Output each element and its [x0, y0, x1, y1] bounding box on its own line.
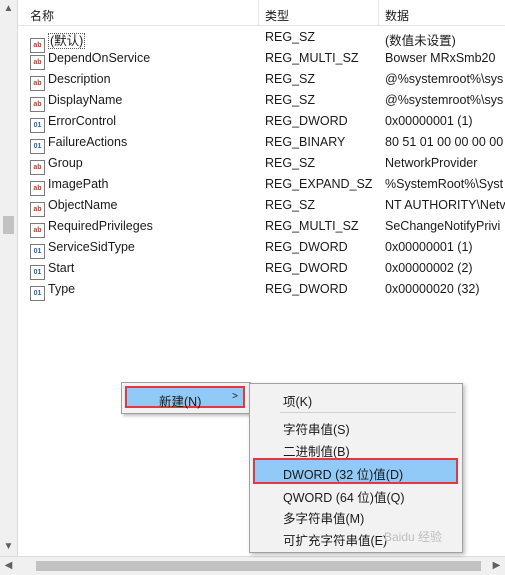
value-type: REG_SZ: [265, 30, 316, 44]
menu-item-binary-value[interactable]: 二进制值(B): [253, 438, 458, 459]
value-name: ab Description: [30, 72, 262, 91]
ab-string-icon: ab: [30, 76, 45, 91]
value-data: 80 51 01 00 00 00 00: [385, 135, 504, 149]
menu-item-label: QWORD (64 位)值(Q): [283, 491, 405, 505]
ab-string-icon: ab: [30, 160, 45, 175]
column-type[interactable]: 类型: [265, 7, 289, 24]
registry-value-row[interactable]: 01 ServiceSidType REG_DWORD 0x00000001 (1): [18, 237, 505, 259]
value-name: ab Group: [30, 156, 262, 175]
value-data: (数值未设置): [385, 34, 456, 48]
context-menu: 新建(N) >: [121, 382, 251, 414]
registry-value-row[interactable]: ab DisplayName REG_SZ @%systemroot%\sys: [18, 90, 505, 112]
value-type: REG_MULTI_SZ: [265, 51, 359, 65]
value-data: Bowser MRxSmb20: [385, 51, 496, 65]
registry-value-row[interactable]: ab ObjectName REG_SZ NT AUTHORITY\Netv: [18, 195, 505, 217]
scrollbar-thumb[interactable]: [36, 561, 481, 571]
registry-value-row[interactable]: 01 Start REG_DWORD 0x00000002 (2): [18, 258, 505, 280]
value-type: REG_DWORD: [265, 261, 348, 275]
menu-item-multi-string-value[interactable]: 多字符串值(M): [253, 505, 458, 526]
value-type: REG_DWORD: [265, 114, 348, 128]
registry-value-row[interactable]: 01 Type REG_DWORD 0x00000020 (32): [18, 279, 505, 301]
menu-item-string-value[interactable]: 字符串值(S): [253, 416, 458, 437]
registry-value-row[interactable]: 01 FailureActions REG_BINARY 80 51 01 00 00…: [18, 132, 505, 154]
binary-value-icon: 01: [30, 244, 45, 259]
value-type: REG_EXPAND_SZ: [265, 177, 373, 191]
binary-value-icon: 01: [30, 265, 45, 280]
value-name: ab ImagePath: [30, 177, 262, 196]
column-divider[interactable]: [258, 0, 259, 25]
value-data: SeChangeNotifyPrivi: [385, 219, 501, 233]
value-type: REG_SZ: [265, 198, 316, 212]
ab-string-icon: ab: [30, 202, 45, 217]
value-data: %SystemRoot%\Syst: [385, 177, 504, 191]
value-type: REG_SZ: [265, 156, 316, 170]
tree-pane-scrollbar[interactable]: ▲ ▼: [0, 0, 18, 556]
value-name: ab ObjectName: [30, 198, 262, 217]
ab-string-icon: ab: [30, 55, 45, 70]
value-name: 01 FailureActions: [30, 135, 262, 154]
binary-value-icon: 01: [30, 139, 45, 154]
column-name[interactable]: 名称: [30, 7, 54, 24]
menu-divider: [280, 412, 456, 413]
value-data: 0x00000020 (32): [385, 282, 480, 296]
scroll-up-icon[interactable]: ▲: [0, 0, 17, 17]
menu-item-label: 多字符串值(M): [283, 512, 365, 526]
menu-item-label: 项(K): [283, 395, 313, 409]
binary-value-icon: 01: [30, 118, 45, 133]
registry-value-row[interactable]: ab ImagePath REG_EXPAND_SZ %SystemRoot%\Sys…: [18, 174, 505, 196]
binary-value-icon: 01: [30, 286, 45, 301]
registry-value-row[interactable]: ab Group REG_SZ NetworkProvider: [18, 153, 505, 175]
value-type: REG_MULTI_SZ: [265, 219, 359, 233]
menu-item-label: DWORD (32 位)值(D): [283, 468, 404, 482]
registry-value-row[interactable]: ab Description REG_SZ @%systemroot%\sys: [18, 69, 505, 91]
scrollbar-thumb[interactable]: [3, 216, 14, 234]
value-name: 01 Type: [30, 282, 262, 301]
registry-value-row[interactable]: ab (默认) REG_SZ (数值未设置): [18, 27, 505, 53]
value-data: NT AUTHORITY\Netv: [385, 198, 505, 212]
menu-item-dword-value[interactable]: DWORD (32 位)值(D): [253, 458, 458, 484]
menu-item-label: 可扩充字符串值(E): [283, 534, 388, 548]
ab-string-icon: ab: [30, 223, 45, 238]
value-type: REG_SZ: [265, 93, 316, 107]
value-data: @%systemroot%\sys: [385, 72, 504, 86]
scroll-left-icon[interactable]: ◀: [0, 557, 17, 575]
column-header: 名称 类型 数据: [18, 0, 505, 26]
chevron-right-icon: >: [232, 391, 238, 402]
value-data: 0x00000001 (1): [385, 240, 473, 254]
value-type: REG_BINARY: [265, 135, 346, 149]
value-type: REG_DWORD: [265, 282, 348, 296]
value-name: 01 ServiceSidType: [30, 240, 262, 259]
horizontal-scrollbar[interactable]: ◀ ▶: [0, 556, 505, 575]
registry-value-row[interactable]: ab RequiredPrivileges REG_MULTI_SZ SeChange…: [18, 216, 505, 238]
value-data: NetworkProvider: [385, 156, 478, 170]
value-name: ab RequiredPrivileges: [30, 219, 262, 238]
ab-string-icon: ab: [30, 181, 45, 196]
value-data: 0x00000002 (2): [385, 261, 473, 275]
menu-item-qword-value[interactable]: QWORD (64 位)值(Q): [253, 484, 458, 505]
value-data: @%systemroot%\sys: [385, 93, 504, 107]
menu-item-new[interactable]: 新建(N) >: [125, 386, 245, 409]
value-name: ab DependOnService: [30, 51, 262, 70]
column-divider[interactable]: [378, 0, 379, 25]
menu-item-label: 新建(N): [159, 395, 202, 409]
menu-item-label: 字符串值(S): [283, 423, 350, 437]
column-data[interactable]: 数据: [385, 7, 409, 24]
registry-value-row[interactable]: 01 ErrorControl REG_DWORD 0x00000001 (1): [18, 111, 505, 133]
menu-item-key[interactable]: 项(K): [253, 388, 458, 409]
value-data: 0x00000001 (1): [385, 114, 473, 128]
value-name: 01 Start: [30, 261, 262, 280]
value-name: 01 ErrorControl: [30, 114, 262, 133]
registry-value-row[interactable]: ab DependOnService REG_MULTI_SZ Bowser MRxS…: [18, 48, 505, 70]
scroll-right-icon[interactable]: ▶: [488, 557, 505, 575]
scroll-down-icon[interactable]: ▼: [0, 538, 17, 555]
ab-string-icon: ab: [30, 97, 45, 112]
value-type: REG_DWORD: [265, 240, 348, 254]
value-type: REG_SZ: [265, 72, 316, 86]
watermark: Baidu 经验: [384, 530, 443, 544]
value-name: ab DisplayName: [30, 93, 262, 112]
